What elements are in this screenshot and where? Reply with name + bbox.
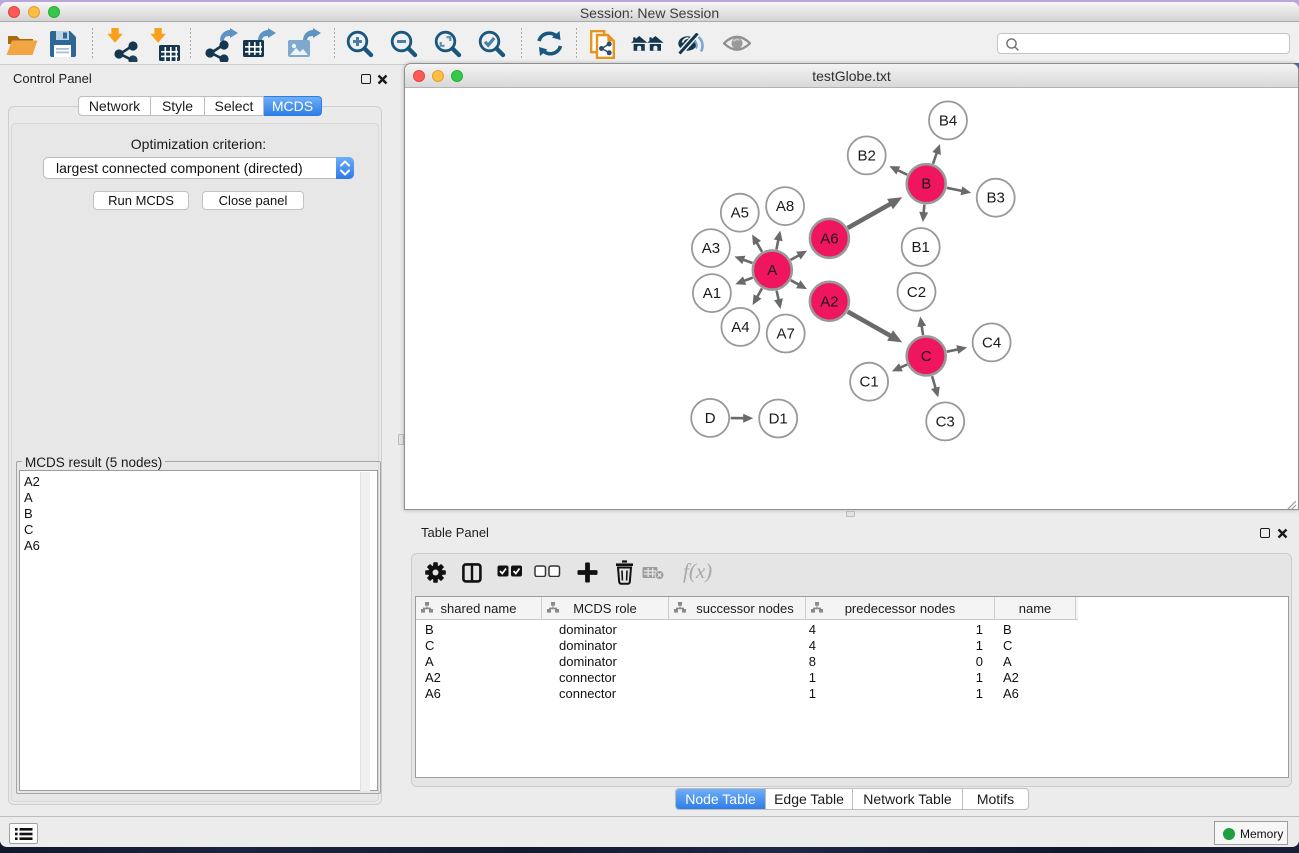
- svg-text:A6: A6: [820, 230, 838, 247]
- svg-text:A1: A1: [703, 285, 721, 302]
- svg-text:B3: B3: [987, 190, 1005, 207]
- svg-text:B2: B2: [858, 147, 876, 164]
- svg-text:A8: A8: [776, 198, 794, 215]
- svg-text:C: C: [921, 348, 932, 365]
- svg-text:D: D: [705, 410, 716, 427]
- svg-text:B: B: [921, 176, 931, 193]
- svg-text:C3: C3: [936, 413, 955, 430]
- svg-text:D1: D1: [769, 411, 788, 428]
- svg-text:C4: C4: [982, 334, 1001, 351]
- svg-text:A5: A5: [731, 205, 749, 222]
- svg-text:A3: A3: [702, 240, 720, 257]
- svg-text:A: A: [767, 262, 777, 279]
- svg-text:B4: B4: [939, 112, 957, 129]
- svg-text:B1: B1: [912, 239, 930, 256]
- svg-text:A7: A7: [777, 326, 795, 343]
- svg-text:C2: C2: [907, 284, 926, 301]
- svg-text:C1: C1: [860, 374, 879, 391]
- svg-text:A2: A2: [820, 293, 838, 310]
- svg-text:A4: A4: [731, 319, 749, 336]
